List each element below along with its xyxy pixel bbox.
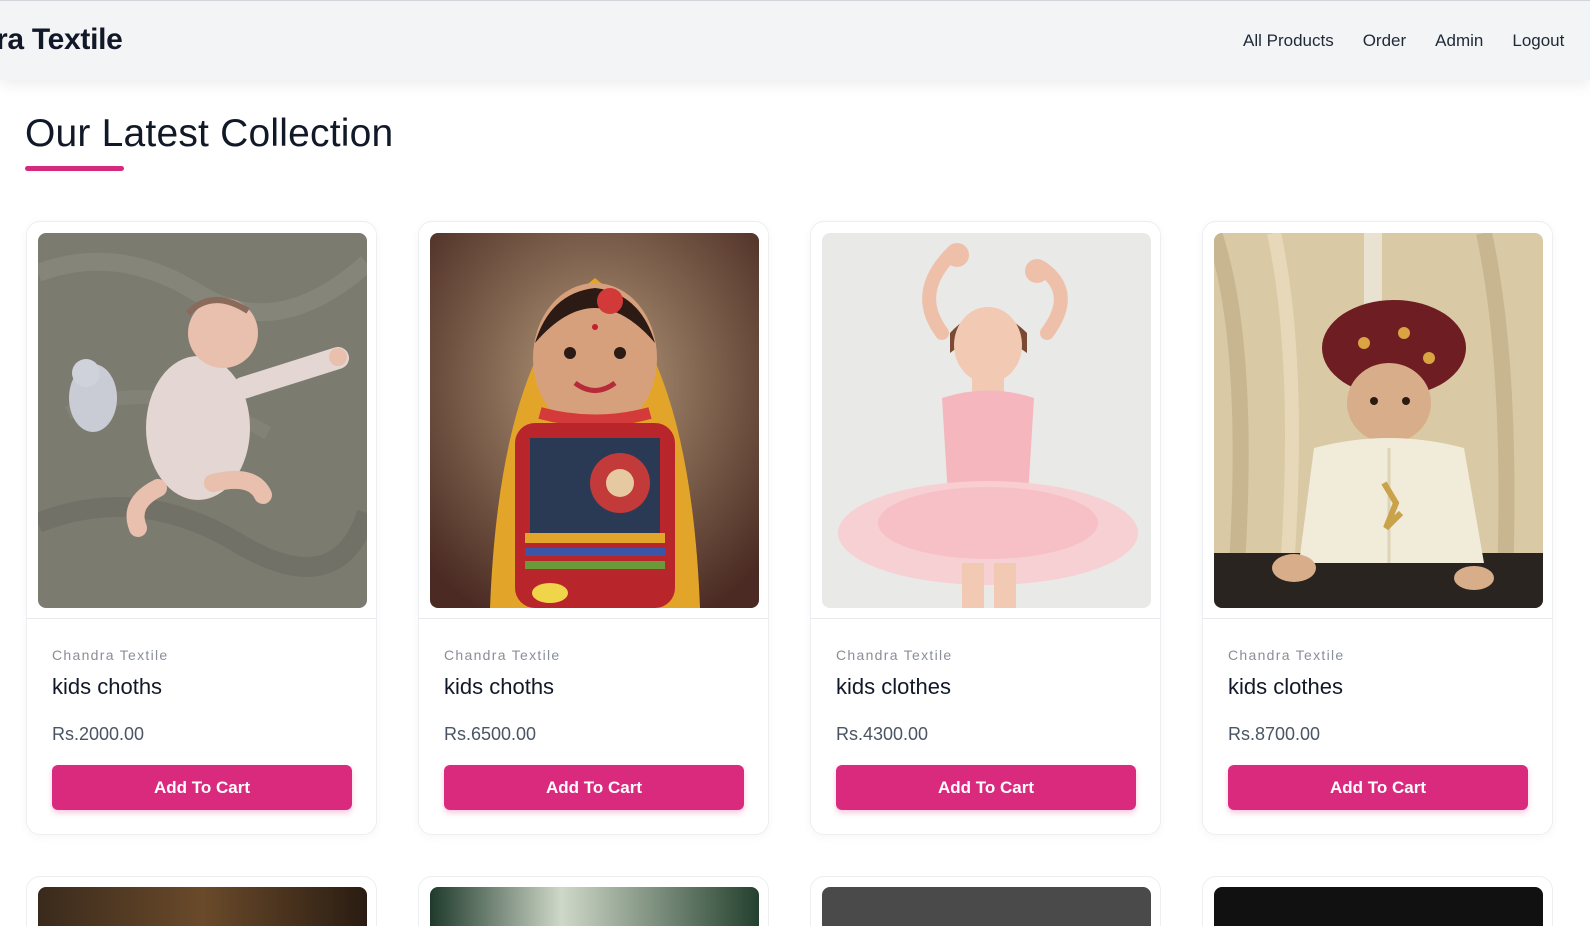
add-to-cart-button[interactable]: Add To Cart — [836, 765, 1136, 810]
nav-links: All Products Order Admin Logout — [1243, 31, 1590, 51]
product-card-partial — [418, 876, 769, 926]
product-image[interactable] — [822, 233, 1151, 608]
product-name[interactable]: kids clothes — [836, 674, 951, 700]
card-divider — [811, 618, 1160, 619]
product-image[interactable] — [1214, 887, 1543, 926]
section-title: Our Latest Collection — [25, 112, 394, 155]
product-price: Rs.6500.00 — [444, 724, 537, 744]
nav-link-all-products[interactable]: All Products — [1243, 31, 1334, 51]
product-name[interactable]: kids choths — [52, 674, 162, 700]
add-to-cart-button[interactable]: Add To Cart — [444, 765, 744, 810]
product-brand: Chandra Textile — [444, 647, 561, 663]
product-card: Chandra Textile kids choths Rs.6500.00 A… — [418, 221, 769, 835]
product-price: Rs.2000.00 — [52, 724, 145, 744]
nav-link-logout[interactable]: Logout — [1512, 31, 1564, 51]
product-image[interactable] — [38, 233, 367, 608]
product-card: Chandra Textile kids choths Rs.2000.00 A… — [26, 221, 377, 835]
card-divider — [419, 618, 768, 619]
product-price: Rs.8700.00 — [1228, 724, 1321, 744]
card-divider — [1203, 618, 1552, 619]
add-to-cart-button[interactable]: Add To Cart — [52, 765, 352, 810]
brand-logo-text[interactable]: dra Textile — [0, 23, 123, 57]
product-name[interactable]: kids choths — [444, 674, 554, 700]
nav-link-order[interactable]: Order — [1363, 31, 1406, 51]
product-image[interactable] — [38, 887, 367, 926]
product-image[interactable] — [430, 887, 759, 926]
product-card-partial — [1202, 876, 1553, 926]
add-to-cart-button[interactable]: Add To Cart — [1228, 765, 1528, 810]
product-brand: Chandra Textile — [836, 647, 953, 663]
product-brand: Chandra Textile — [1228, 647, 1345, 663]
product-image[interactable] — [822, 887, 1151, 926]
card-divider — [27, 618, 376, 619]
product-price: Rs.4300.00 — [836, 724, 929, 744]
product-card: Chandra Textile kids clothes Rs.4300.00 … — [810, 221, 1161, 835]
navbar: dra Textile All Products Order Admin Log… — [0, 0, 1590, 80]
title-underline — [25, 166, 124, 171]
product-card: Chandra Textile kids clothes Rs.8700.00 … — [1202, 221, 1553, 835]
product-card-partial — [810, 876, 1161, 926]
product-image[interactable] — [430, 233, 759, 608]
product-name[interactable]: kids clothes — [1228, 674, 1343, 700]
product-card-partial — [26, 876, 377, 926]
product-image[interactable] — [1214, 233, 1543, 608]
product-brand: Chandra Textile — [52, 647, 169, 663]
nav-link-admin[interactable]: Admin — [1435, 31, 1483, 51]
